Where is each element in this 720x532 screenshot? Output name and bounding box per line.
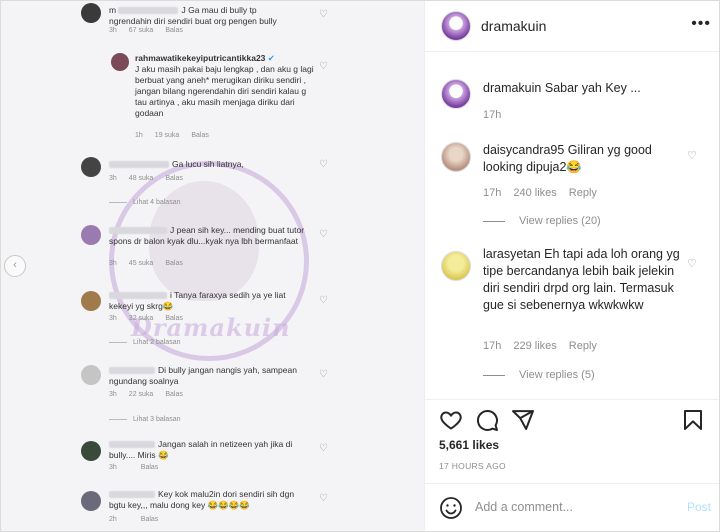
add-comment-bar: Add a comment... Post <box>425 483 719 532</box>
post-sidebar: dramakuin ••• dramakuin Sabar yah Key ..… <box>425 1 719 531</box>
bookmark-icon[interactable] <box>681 408 705 432</box>
avatar <box>81 365 101 385</box>
comment-meta: 1h 19 suka Balas <box>135 132 209 139</box>
avatar <box>81 441 101 461</box>
comment-meta: 2h Balas <box>109 516 159 523</box>
post-image: Dramakuin m J Ga mau di bully tp ngrenda… <box>1 1 425 531</box>
post-modal: Dramakuin m J Ga mau di bully tp ngrenda… <box>0 0 720 532</box>
comment-text: m J Ga mau di bully tp ngrendahin diri s… <box>109 5 277 26</box>
comment-text: i Tanya faraxya sedih ya ye liat kekeyi … <box>109 290 286 311</box>
avatar <box>81 3 101 23</box>
comment-meta: 17h 240 likes Reply <box>483 187 597 199</box>
comment-text: J pean sih key... mending buat tutor spo… <box>109 225 305 246</box>
caption-time: 17h <box>483 109 502 121</box>
posted-time: 17 HOURS AGO <box>439 461 506 471</box>
avatar <box>81 225 101 245</box>
view-replies-link[interactable]: View replies (20) <box>483 215 601 227</box>
view-replies-link[interactable]: Lihat 2 balasan <box>109 339 180 346</box>
like-heart-icon[interactable]: ♡ <box>319 61 328 72</box>
heart-icon[interactable] <box>439 408 463 432</box>
header-username[interactable]: dramakuin <box>481 18 546 34</box>
avatar[interactable] <box>441 11 471 41</box>
prev-arrow-icon[interactable]: ‹ <box>4 255 26 277</box>
caption-username[interactable]: dramakuin <box>483 81 541 95</box>
comment-meta: 3h 22 suka Balas <box>109 391 183 398</box>
like-heart-icon[interactable]: ♡ <box>319 159 328 170</box>
avatar <box>81 491 101 511</box>
comment-username[interactable]: daisycandra95 <box>483 143 564 157</box>
avatar[interactable] <box>441 251 471 281</box>
avatar[interactable] <box>441 79 471 109</box>
comment-text: larasyetan Eh tapi ada loh orang yg tipe… <box>483 247 680 312</box>
comment-text: rahmawatikekeyiputricantikka23 ✔ J aku ma… <box>135 53 314 118</box>
like-heart-icon[interactable]: ♡ <box>687 257 697 270</box>
comment-meta: 3h 48 suka Balas <box>109 175 183 182</box>
comment-meta: 3h 67 suka Balas <box>109 27 183 34</box>
reply-link[interactable]: Reply <box>569 187 597 199</box>
caption: dramakuin Sabar yah Key ... <box>483 81 641 95</box>
view-replies-link[interactable]: Lihat 3 balasan <box>109 416 180 423</box>
more-options-icon[interactable]: ••• <box>691 15 711 33</box>
comment-text: Ga lucu sih liatnya, <box>109 159 299 170</box>
comment-input[interactable]: Add a comment... <box>475 500 573 514</box>
post-button[interactable]: Post <box>687 500 711 514</box>
avatar[interactable] <box>441 142 471 172</box>
likes-count[interactable]: 5,661 likes <box>439 438 499 452</box>
like-heart-icon[interactable]: ♡ <box>319 295 328 306</box>
comment-text: Di bully jangan nangis yah, sampean ngun… <box>109 365 297 386</box>
view-replies-link[interactable]: Lihat 4 balasan <box>109 199 180 206</box>
like-heart-icon[interactable]: ♡ <box>319 369 328 380</box>
like-heart-icon[interactable]: ♡ <box>319 229 328 240</box>
share-icon[interactable] <box>511 408 535 432</box>
avatar <box>111 53 129 71</box>
comment-text: Key kok malu2in dori sendiri sih dgn bgt… <box>109 489 295 510</box>
view-replies-link[interactable]: View replies (5) <box>483 369 595 381</box>
avatar <box>81 157 101 177</box>
like-heart-icon[interactable]: ♡ <box>319 9 328 20</box>
comment-text: Jangan salah in netizeen yah jika di bul… <box>109 439 293 460</box>
comment-meta: 3h Balas <box>109 464 159 471</box>
emoji-icon[interactable] <box>439 496 463 520</box>
like-heart-icon[interactable]: ♡ <box>319 443 328 454</box>
comment-icon[interactable] <box>475 408 499 432</box>
like-heart-icon[interactable]: ♡ <box>687 149 697 162</box>
reply-link[interactable]: Reply <box>569 340 597 352</box>
like-heart-icon[interactable]: ♡ <box>319 493 328 504</box>
comment-meta: 3h 32 suka Balas <box>109 315 183 322</box>
avatar <box>81 291 101 311</box>
comment-text: daisycandra95 Giliran yg good looking di… <box>483 143 652 174</box>
comment-meta: 3h 45 suka Balas <box>109 260 183 267</box>
comment-username[interactable]: larasyetan <box>483 247 541 261</box>
post-header: dramakuin ••• <box>425 1 719 52</box>
comment-meta: 17h 229 likes Reply <box>483 340 597 352</box>
